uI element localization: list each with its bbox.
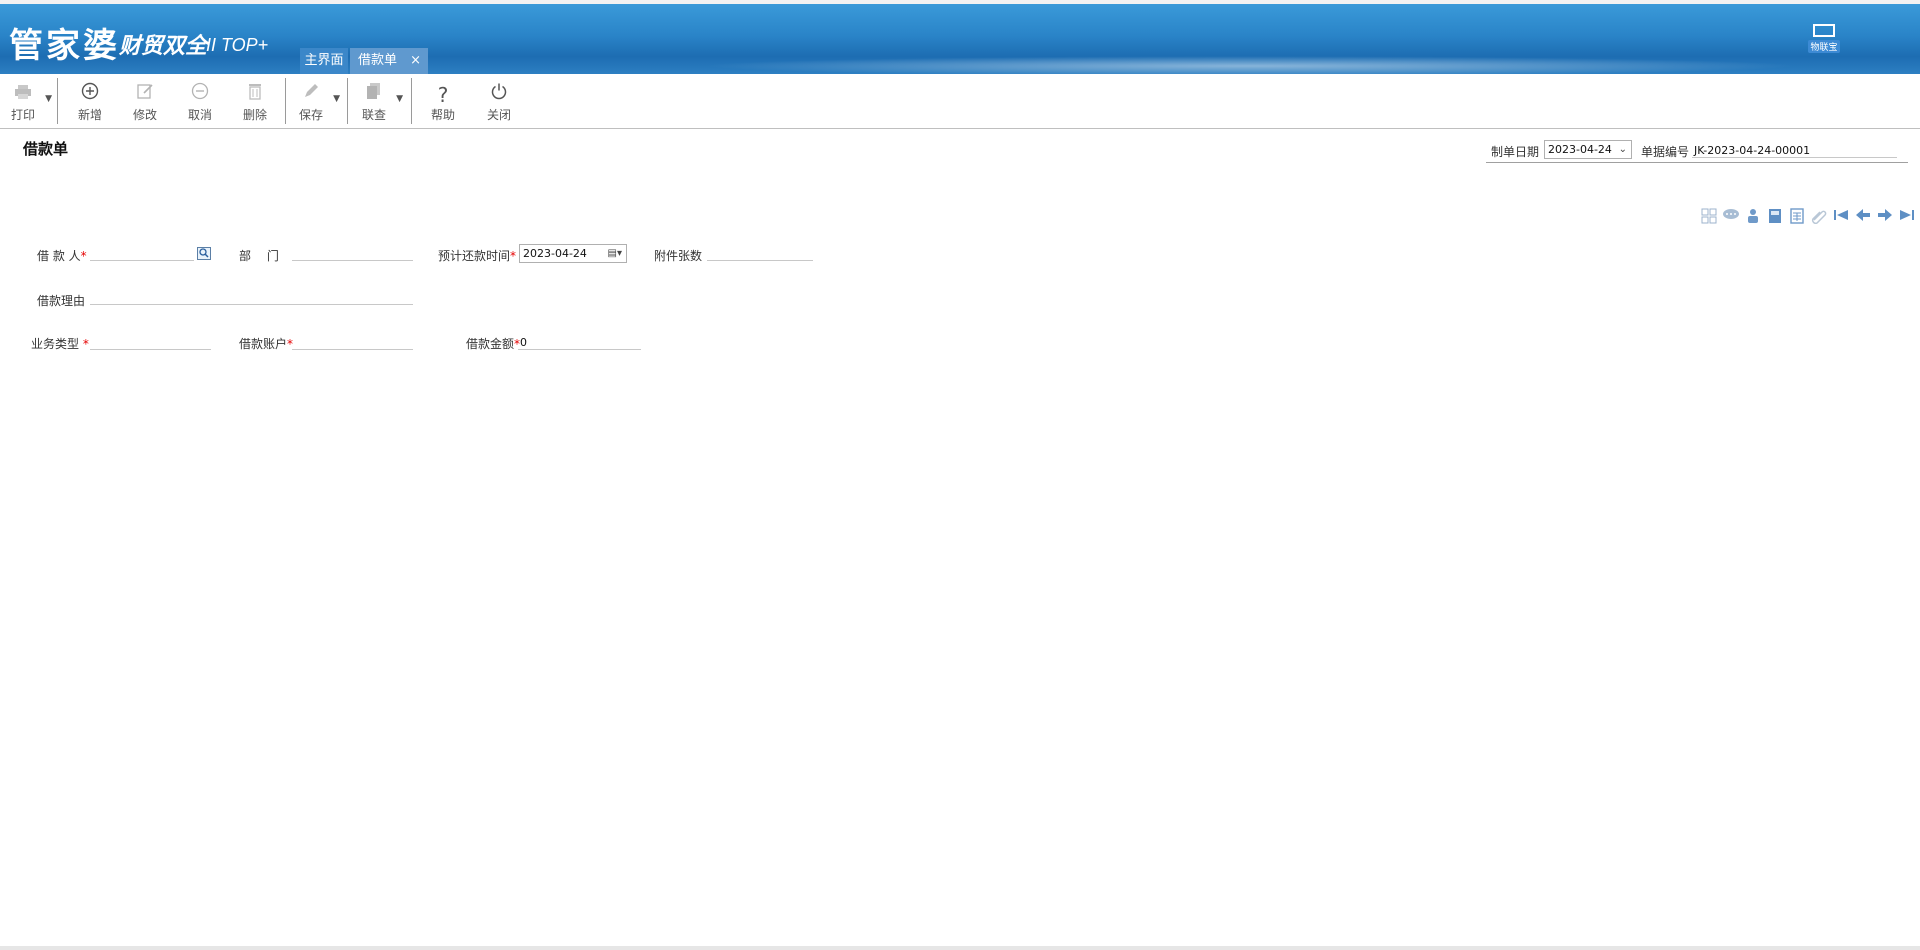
reason-field[interactable] xyxy=(90,304,413,305)
attachments-label: 附件张数 xyxy=(654,249,703,263)
return-time-picker[interactable]: 2023-04-24 ▤▾ xyxy=(519,244,627,263)
attachments-field[interactable] xyxy=(707,260,813,261)
amount-label: 借款金额* xyxy=(466,337,521,351)
question-icon: ? xyxy=(437,83,449,107)
date-label: 制单日期 xyxy=(1491,145,1540,159)
app-header: 管家婆 财贸双全 II TOP+ 主界面 借款单 × 物联宝 xyxy=(0,4,1920,74)
account-label: 借款账户* xyxy=(239,337,294,351)
business-type-field[interactable] xyxy=(90,349,211,350)
chevron-down-icon[interactable]: ⌄ xyxy=(1619,141,1627,158)
logo-main: 管家婆 xyxy=(9,26,120,66)
logo-version: II TOP+ xyxy=(206,35,269,55)
pen-icon xyxy=(288,82,334,108)
status-bar xyxy=(0,946,1920,950)
iot-badge-label: 物联宝 xyxy=(1808,40,1840,53)
qr-icon xyxy=(1813,24,1835,37)
first-icon[interactable] xyxy=(1832,208,1850,226)
close-button[interactable]: 关闭 xyxy=(476,74,522,128)
save-label: 保存 xyxy=(298,108,323,122)
query-button[interactable]: 联查 ▼ xyxy=(351,74,403,128)
toolbar-separator xyxy=(285,78,286,124)
help-button[interactable]: ? 帮助 xyxy=(420,74,466,128)
next-icon[interactable] xyxy=(1876,208,1894,226)
toolbar-separator xyxy=(347,78,348,124)
add-button[interactable]: 新增 xyxy=(67,74,113,128)
chevron-down-icon[interactable]: ▼ xyxy=(45,94,52,104)
print-button[interactable]: 打印 ▼ xyxy=(0,74,52,128)
chevron-down-icon[interactable]: ▼ xyxy=(396,94,403,104)
tab-loan-form-label: 借款单 xyxy=(358,53,398,68)
last-icon[interactable] xyxy=(1898,208,1916,226)
account-field[interactable] xyxy=(292,349,413,350)
toolbar: 打印 ▼ 新增 修改 取消 删除 保存 ▼ 联查 ▼ ? 帮助 关闭 xyxy=(0,74,1920,129)
tab-main[interactable]: 主界面 xyxy=(300,48,348,74)
return-time-label: 预计还款时间* xyxy=(438,249,517,263)
tab-loan-form[interactable]: 借款单 × xyxy=(350,48,428,74)
minus-circle-icon xyxy=(177,82,223,108)
doc-date-value: 2023-04-24 xyxy=(1548,143,1612,156)
attachment-icon[interactable] xyxy=(1810,208,1828,226)
page-title: 借款单 xyxy=(23,140,69,158)
department-field[interactable] xyxy=(292,260,413,261)
business-type-label: 业务类型 * xyxy=(31,337,89,351)
prev-icon[interactable] xyxy=(1854,208,1872,226)
search-icon[interactable] xyxy=(197,247,211,260)
close-label: 关闭 xyxy=(486,108,511,122)
return-time-value: 2023-04-24 xyxy=(523,247,587,260)
users-icon[interactable] xyxy=(1744,208,1762,226)
calendar-icon[interactable]: ▤▾ xyxy=(608,245,622,262)
calculator-icon[interactable] xyxy=(1788,208,1806,226)
delete-button[interactable]: 删除 xyxy=(232,74,278,128)
amount-field[interactable] xyxy=(518,349,641,350)
save-button[interactable]: 保存 ▼ xyxy=(288,74,340,128)
add-label: 新增 xyxy=(77,108,102,122)
doc-date-select[interactable]: 2023-04-24 ⌄ xyxy=(1544,140,1632,159)
tab-main-label: 主界面 xyxy=(304,53,344,68)
doc-number-underline xyxy=(1692,157,1897,158)
grid-icon[interactable] xyxy=(1700,208,1718,226)
toolbar-separator xyxy=(57,78,58,124)
cancel-button[interactable]: 取消 xyxy=(177,74,223,128)
doc-number-value: JK-2023-04-24-00001 xyxy=(1694,144,1811,157)
print-label: 打印 xyxy=(10,108,35,122)
amount-value: 0 xyxy=(520,336,527,349)
documents-icon xyxy=(351,82,397,108)
header-divider xyxy=(1486,162,1908,163)
close-tab-icon[interactable]: × xyxy=(410,48,421,74)
help-label: 帮助 xyxy=(430,108,455,122)
printer-icon xyxy=(0,82,46,108)
chevron-down-icon[interactable]: ▼ xyxy=(333,94,340,104)
borrower-field[interactable] xyxy=(90,260,194,261)
chat-icon[interactable] xyxy=(1722,208,1740,226)
cancel-label: 取消 xyxy=(187,108,212,122)
logo-sub: 财贸双全 xyxy=(119,33,208,59)
power-icon xyxy=(476,82,522,108)
trash-icon xyxy=(232,82,278,108)
borrower-label: 借 款 人* xyxy=(37,249,87,263)
query-label: 联查 xyxy=(361,108,386,122)
delete-label: 删除 xyxy=(242,108,267,122)
edit-button[interactable]: 修改 xyxy=(122,74,168,128)
toolbar-separator xyxy=(411,78,412,124)
department-label: 部 门 xyxy=(239,249,279,263)
reason-label: 借款理由 xyxy=(37,294,86,308)
edit-icon xyxy=(122,82,168,108)
doc-number-label: 单据编号 xyxy=(1641,145,1690,159)
iot-badge-button[interactable]: 物联宝 xyxy=(1808,20,1840,56)
save-icon[interactable] xyxy=(1766,208,1784,226)
header-sheen xyxy=(700,56,1800,74)
edit-label: 修改 xyxy=(132,108,157,122)
plus-circle-icon xyxy=(67,82,113,108)
